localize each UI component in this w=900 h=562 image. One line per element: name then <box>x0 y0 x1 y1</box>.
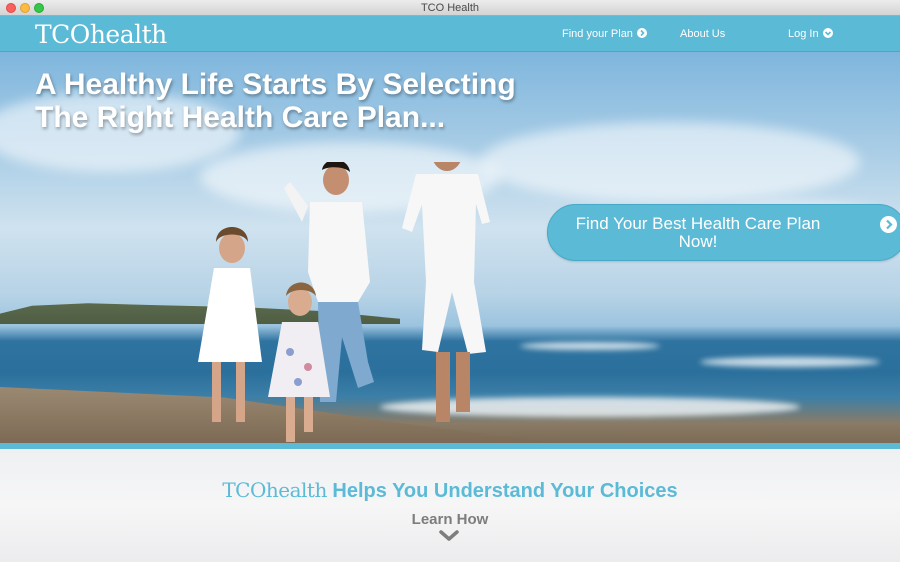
window-titlebar: TCO Health <box>0 0 900 16</box>
info-section: TCOhealth Helps You Understand Your Choi… <box>0 449 900 562</box>
chevron-down-icon[interactable] <box>438 529 460 543</box>
circle-chevron-down-icon <box>822 28 833 38</box>
cloud-shape <box>480 122 860 202</box>
site-nav: TCOhealth Find your Plan About Us Log In <box>0 16 900 52</box>
wave-foam <box>520 342 660 350</box>
find-best-plan-button[interactable]: Find Your Best Health Care Plan Now! <box>547 204 900 261</box>
hero-banner: A Healthy Life Starts By Selecting The R… <box>0 52 900 443</box>
cta-line2: Now! <box>678 232 718 251</box>
cta-line1: Find Your Best Health Care Plan <box>575 214 821 233</box>
nav-find-your-plan[interactable]: Find your Plan <box>562 27 647 41</box>
nav-about-us-label: About Us <box>680 28 726 40</box>
circle-chevron-right-icon <box>880 216 897 233</box>
family-on-beach-image <box>198 162 490 442</box>
window-title: TCO Health <box>420 2 480 14</box>
wave-foam <box>700 357 880 367</box>
info-tagline: TCOhealth Helps You Understand Your Choi… <box>0 478 900 503</box>
nav-log-in[interactable]: Log In <box>788 27 833 41</box>
nav-about-us[interactable]: About Us <box>680 27 725 41</box>
logo-prefix: TCO <box>35 20 90 49</box>
find-best-plan-label: Find Your Best Health Care Plan Now! <box>548 215 848 251</box>
logo-suffix: health <box>89 20 167 49</box>
learn-how-link[interactable]: Learn How <box>0 511 900 528</box>
circle-chevron-right-icon <box>636 28 647 38</box>
tagline-brand: TCOhealth <box>222 478 327 502</box>
nav-find-your-plan-label: Find your Plan <box>562 28 633 40</box>
hero-headline-line2: The Right Health Care Plan... <box>35 101 446 134</box>
tagline-brand-prefix: TCO <box>222 478 266 502</box>
nav-log-in-label: Log In <box>788 28 819 40</box>
hero-headline: A Healthy Life Starts By Selecting The R… <box>35 68 516 134</box>
hero-headline-line1: A Healthy Life Starts By Selecting <box>35 68 516 101</box>
site-logo[interactable]: TCOhealth <box>35 20 167 50</box>
tagline-text: Helps You Understand Your Choices <box>332 480 678 502</box>
tagline-brand-suffix: health <box>265 478 327 502</box>
